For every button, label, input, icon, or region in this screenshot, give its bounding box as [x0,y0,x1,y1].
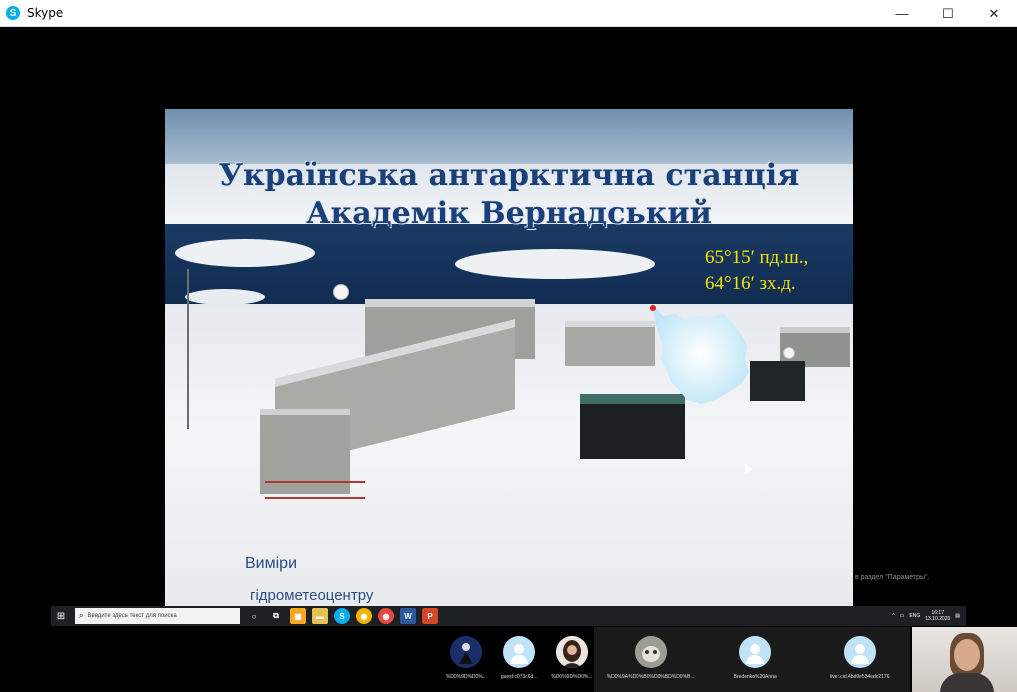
slide-caption: гідрометеоцентру [250,587,374,604]
slide-title: Українська антарктична станція Академік … [185,157,833,233]
search-icon: ⌕ [79,611,84,620]
default-avatar-icon [843,636,876,668]
tray-chevron-icon: ^ [892,613,895,619]
participant-avatar [634,636,667,668]
latitude-text: 65°15′ пд.ш., [705,247,809,268]
participant-photo-icon [555,636,588,668]
participant-avatar [450,636,483,668]
chrome-app-icon: ◉ [356,608,372,624]
longitude-text: 64°16′ зх.д. [705,273,796,294]
tray-language: ENG [909,613,921,619]
self-video-preview[interactable] [912,627,1017,692]
maximize-button[interactable]: ☐ [925,0,971,27]
self-video-body [940,673,994,692]
slide-island [175,239,315,267]
title-bar: S Skype — ☐ ✕ [0,0,1017,27]
tray-network-icon: ▭ [899,613,905,619]
file-explorer-icon: ▬ [312,608,328,624]
antarctica-map-icon [650,304,749,404]
participant-tile[interactable]: guest:c073c6d... [493,636,546,682]
default-avatar-icon [503,636,536,668]
participant-name: %D0%9D%D0%... [445,674,487,680]
shared-hint-text: в раздел "Параметры". [855,574,930,581]
slide-title-line: Академік Вернадський [306,196,712,231]
chrome-app-icon: ◉ [378,608,394,624]
slide-island [455,249,655,279]
presentation-slide: Українська антарктична станція Академік … [165,109,853,606]
slide-caption: Виміри [245,555,297,572]
tray-date: 13.10.2020 [925,616,951,622]
shared-taskbar: ⊞ ⌕ Введите здесь текст для поиска ○ ⧉ ▣… [51,606,966,626]
participant-avatar [555,636,588,668]
default-avatar-icon [739,636,772,668]
minimize-button[interactable]: — [879,0,925,27]
taskbar-search-box: ⌕ Введите здесь текст для поиска [75,608,240,624]
slide-railing [265,481,365,499]
shared-screen: Українська антарктична станція Академік … [51,109,966,627]
task-view-icon: ○ [251,611,257,621]
tray-clock: 16:17 13.10.2020 [925,610,950,622]
slide-radome [783,347,795,359]
multitask-icon: ⧉ [273,611,279,620]
window-controls: — ☐ ✕ [879,0,1017,27]
skype-logo-icon: S [6,6,20,20]
participant-name: live:.cid.4bd9e534edc2176 [830,674,890,680]
skype-app-icon: S [334,608,350,624]
close-button[interactable]: ✕ [971,0,1017,27]
skype-window: S Skype — ☐ ✕ Українська антарктична ста… [0,0,1017,692]
store-app-icon: ▣ [290,608,306,624]
participant-name: %D0%9A%D0%B0%D0%BD%D0%B... [606,674,695,680]
taskbar-tray: ^ ▭ ENG 16:17 13.10.2020 ▤ [887,606,960,626]
slide-island [185,289,265,305]
taskbar-search-placeholder: Введите здесь текст для поиска [87,613,177,619]
participant-tile[interactable]: Bredenko%20Anna [703,636,808,682]
participant-photo-icon [450,636,483,668]
slide-title-line: Українська антарктична станція [218,158,800,193]
slide-coordinates: 65°15′ пд.ш., 64°16′ зх.д. [705,245,808,297]
participant-name: %D0%9D%D0%... [551,674,593,680]
participant-photo-icon [634,636,667,668]
slide-building [565,321,655,366]
slide-radome [333,284,349,300]
windows-start-icon: ⊞ [56,610,66,622]
notification-icon: ▤ [955,613,960,619]
participant-name: guest:c073c6d... [500,674,538,680]
window-title: Skype [27,6,64,20]
slide-sky [165,109,853,164]
word-app-icon: W [400,608,416,624]
self-video-face [954,639,980,671]
participant-tile[interactable]: %D0%9A%D0%B0%D0%BD%D0%B... [598,636,703,682]
participant-tile[interactable]: %D0%9D%D0%... [440,636,493,682]
participant-tile[interactable]: live:.cid.4bd9e534edc2176 [807,636,912,682]
powerpoint-app-icon: P [422,608,438,624]
participant-tile[interactable]: %D0%9D%D0%... [546,636,599,682]
participant-strip: %D0%9D%D0%... guest:c073c6d... %D0%9D%D0… [440,636,912,682]
participant-name: Bredenko%20Anna [733,674,777,680]
slide-antenna-mast [187,269,189,429]
